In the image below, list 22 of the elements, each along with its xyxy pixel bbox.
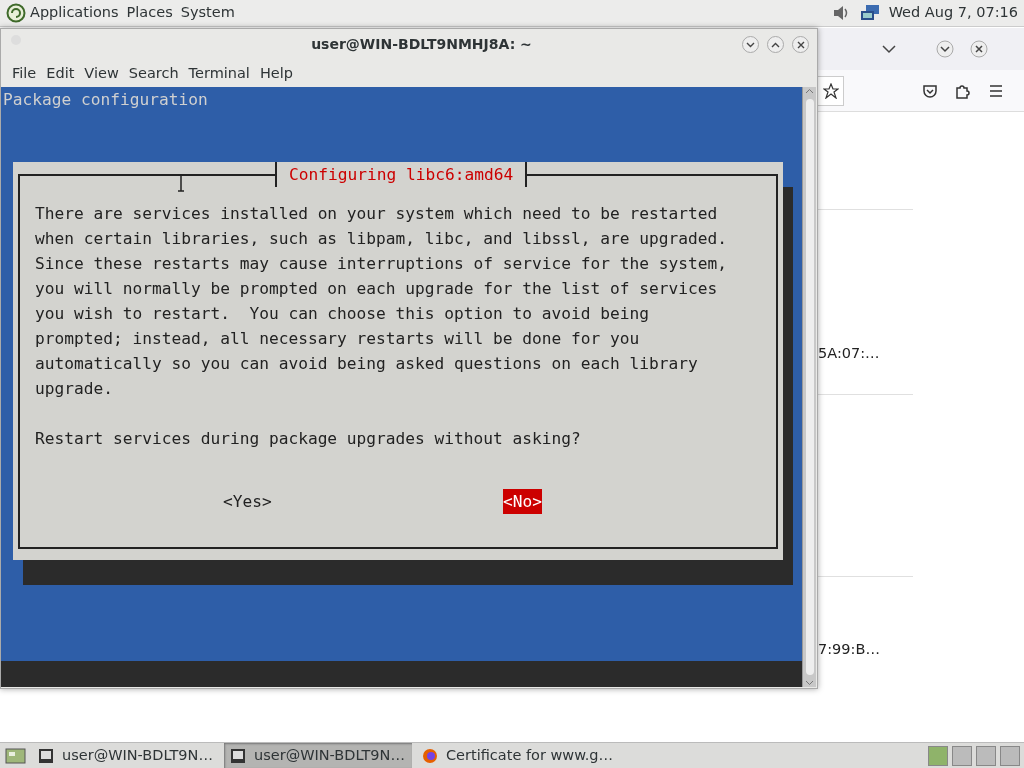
dialog-button[interactable]: <Yes> [223,489,272,514]
menu-item[interactable]: Help [254,62,298,85]
menu-item[interactable]: Edit [41,62,80,85]
menu-item[interactable]: File [7,62,42,85]
certificate-value: 5A:07:… [818,345,880,361]
window-title: user@WIN-BDLT9NMHJ8A: ~ [310,35,532,54]
panel-menu[interactable]: Places [126,2,173,24]
clock[interactable]: Wed Aug 7, 07:16 [888,2,1018,24]
dialog-question: Restart services during package upgrades without asking? [35,428,582,450]
dialog-message: There are services installed on your system which need to be restarted when certain libraries, such as libpam, libc, and libssl, are upgraded. Since these restarts may cause interruptions of service for the system, you will normally be prompted on each upgrade for the list of services you wish to restart. You can choose this option to avoid being prompted; instead, all necessary restarts will be done for you automatically so you can avoid being asked questions on each library upgrade. [35,203,727,400]
menu-item[interactable]: Terminal [183,62,255,85]
taskbar-item[interactable]: user@WIN-BDLT9N… [224,743,412,768]
dialog-button[interactable]: <No> [503,489,542,514]
taskbar-item[interactable]: Certificate for www.g… [416,743,620,768]
panel-menu[interactable]: System [180,2,235,24]
menu-item[interactable]: Search [123,62,184,85]
certificate-value: 7:99:B… [818,641,880,657]
screen-title: Package configuration [2,89,209,111]
panel-menu[interactable]: Applications [30,2,119,24]
taskbar-item[interactable]: user@WIN-BDLT9N… [32,743,220,768]
dialog-title: Configuring libc6:amd64 [275,162,528,187]
menu-item[interactable]: View [79,62,124,85]
